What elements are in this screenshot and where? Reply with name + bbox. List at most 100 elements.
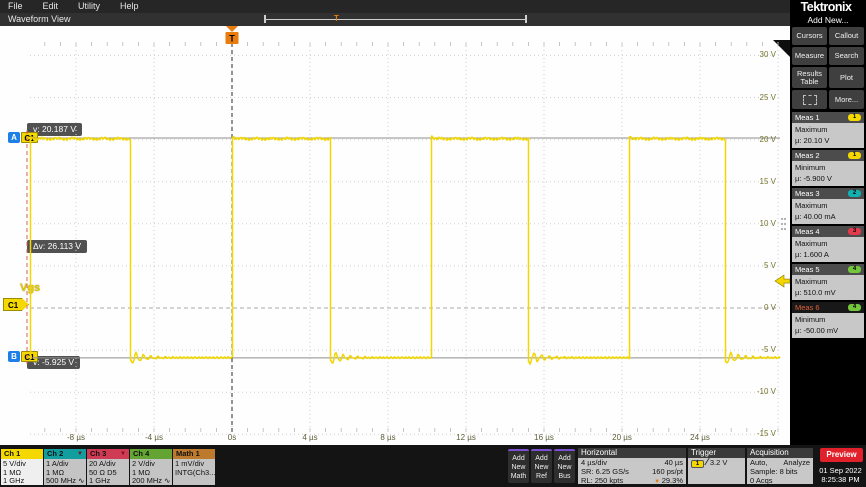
record-window-left-bracket[interactable]	[264, 15, 266, 23]
meas-header: Meas 64	[792, 302, 864, 313]
waveform-plot[interactable]: v: 20.187 V Δv: 26.113 V v: -5.925 V A C…	[0, 26, 790, 445]
sidebar-button-plot[interactable]: Plot	[829, 67, 864, 88]
date-value: 01 Sep 2022	[817, 466, 864, 475]
y-axis-label: 0 V	[742, 303, 776, 312]
meas-header: Meas 54	[792, 264, 864, 275]
oscilloscope-screen: FileEditUtilityHelp Tektronix Waveform V…	[0, 0, 866, 487]
sidebar-button-results-table[interactable]: Results Table	[792, 67, 827, 88]
meas-stat: Minimum	[795, 162, 861, 173]
trigger-source-badge: 1	[691, 460, 704, 468]
channel-setting-row: 200 MHz ∿	[132, 477, 170, 485]
meas-badge-5[interactable]: Meas 54Maximumµ: 510.0 mV	[792, 264, 864, 300]
sidebar-button-measure[interactable]: Measure	[792, 47, 827, 65]
offscreen-arrow-icon: ▼	[120, 449, 126, 459]
meas-values: Maximumµ: 20.10 V	[792, 123, 864, 148]
meas-badge-1[interactable]: Meas 1 1 Maximumµ: 20.10 V	[792, 112, 864, 148]
preview-button[interactable]: Preview	[820, 448, 863, 462]
record-trigger-marker[interactable]: T	[334, 13, 339, 25]
channel-badge-ch-4[interactable]: Ch 42 V/div1 MΩ200 MHz ∿	[130, 449, 172, 485]
trigger-level-value: 3.2 V	[710, 458, 728, 467]
menu-help[interactable]: Help	[120, 0, 139, 13]
meas-header: Meas 32	[792, 188, 864, 199]
horizontal-value: 160 ps/pt	[652, 467, 683, 476]
button-add-new-math[interactable]: AddNewMath	[508, 449, 529, 483]
x-axis-label: 24 µs	[680, 433, 720, 442]
menu-utility[interactable]: Utility	[78, 0, 100, 13]
button-add-new-ref[interactable]: AddNewRef	[531, 449, 552, 483]
measurement-list: Meas 11Maximumµ: 20.10 VMeas 21Minimumµ:…	[792, 112, 864, 340]
meas-stat: Maximum	[795, 276, 861, 287]
sidebar-button-more[interactable]: More...	[829, 90, 864, 109]
meas-name: Meas 5	[795, 265, 820, 274]
meas-name: Meas 1	[795, 113, 820, 122]
results-sidebar: Add New... CursorsCalloutMeasureSearchRe…	[790, 14, 866, 445]
x-axis-label: 0s	[212, 433, 252, 442]
trigger-title: Trigger	[688, 448, 745, 458]
meas-header: Meas 1 1	[792, 112, 864, 123]
channel-badge-math-1[interactable]: Math 11 mV/divINTG(Ch3...	[173, 449, 215, 485]
menu-edit[interactable]: Edit	[43, 0, 59, 13]
meas-mean-value: µ: -5.900 V	[795, 173, 861, 184]
meas-header: Meas 43	[792, 226, 864, 237]
meas-source-badge: 1	[848, 114, 861, 121]
record-window-bar[interactable]	[264, 19, 527, 20]
y-axis-label: 5 V	[742, 261, 776, 270]
channel-badge-ch-1[interactable]: Ch 15 V/div1 MΩ1 GHz	[1, 449, 43, 485]
menu-file[interactable]: File	[8, 0, 23, 13]
sidebar-button-cursors[interactable]: Cursors	[792, 27, 827, 45]
y-axis-label: 20 V	[742, 135, 776, 144]
channel-badge-ch-2[interactable]: Ch 2▼1 A/div1 MΩ500 MHz ∿	[44, 449, 86, 485]
channel-settings: 1 A/div1 MΩ500 MHz ∿	[44, 459, 86, 485]
channel-badge-header: Ch 2▼	[44, 449, 86, 459]
record-window-right-bracket[interactable]	[525, 15, 527, 23]
channel-setting-row: INTG(Ch3...	[175, 469, 213, 478]
meas-source-badge: 3	[848, 228, 861, 235]
sidebar-button-callout[interactable]: Callout	[829, 27, 864, 45]
trigger-badge[interactable]: Trigger 1 ∕ 3.2 V	[688, 448, 745, 484]
sidebar-button-search[interactable]: Search	[829, 47, 864, 65]
meas-values: Minimumµ: -5.900 V	[792, 161, 864, 186]
add-new-label: Add New...	[790, 14, 866, 26]
meas-header: Meas 2 1	[792, 150, 864, 161]
sidebar-button-display-settings[interactable]	[792, 90, 827, 109]
x-axis-label: 16 µs	[524, 433, 564, 442]
meas-mean-value: µ: 40.00 mA	[795, 211, 861, 222]
button-add-new-bus[interactable]: AddNewBus	[554, 449, 575, 483]
meas-values: Maximumµ: 1.600 A	[792, 237, 864, 262]
meas-stat: Maximum	[795, 238, 861, 249]
channel-label: Ch 3	[90, 449, 106, 459]
x-axis-label: 20 µs	[602, 433, 642, 442]
horizontal-value: 29.3%	[662, 476, 683, 485]
x-axis-label: -8 µs	[56, 433, 96, 442]
horizontal-badge[interactable]: Horizontal 4 µs/div40 µsSR: 6.25 GS/s160…	[578, 448, 686, 484]
meas-name: Meas 2	[795, 151, 820, 160]
channel-setting-row: 1 GHz	[3, 477, 41, 485]
channel-badge-header: Ch 3 ▼	[87, 449, 129, 459]
add-new-button-grid: CursorsCalloutMeasureSearchResults Table…	[792, 27, 866, 109]
meas-source-badge: 2	[848, 190, 861, 197]
channel-settings: 2 V/div1 MΩ200 MHz ∿	[130, 459, 172, 485]
graticule-svg: T	[0, 26, 790, 445]
x-axis-label: 4 µs	[290, 433, 330, 442]
meas-badge-6[interactable]: Meas 64Minimumµ: -50.00 mV	[792, 302, 864, 338]
channel-badge-ch-3[interactable]: Ch 3▼20 A/div50 Ω D51 GHz	[87, 449, 129, 485]
view-tab-bar: Waveform View T	[0, 13, 790, 26]
meas-values: Minimumµ: -50.00 mV	[792, 313, 864, 338]
meas-badge-4[interactable]: Meas 43Maximumµ: 1.600 A	[792, 226, 864, 262]
meas-stat: Maximum	[795, 200, 861, 211]
channel-badge-header: Ch 1	[1, 449, 43, 459]
acquisition-badge[interactable]: Acquisition Auto, Analyze Sample: 8 bits…	[747, 448, 813, 484]
channel-badge-header: Math 1	[173, 449, 215, 459]
tab-waveform-view[interactable]: Waveform View	[8, 13, 71, 26]
meas-badge-2[interactable]: Meas 2 1 Minimumµ: -5.900 V	[792, 150, 864, 186]
meas-stat: Minimum	[795, 314, 861, 325]
svg-text:T: T	[229, 34, 235, 44]
offscreen-arrow-icon: ▼	[77, 449, 83, 459]
meas-source-badge: 4	[848, 304, 861, 311]
horizontal-value-right: ▼ 29.3%	[654, 477, 683, 487]
menu-bar: File Edit Utility Help	[0, 0, 790, 13]
meas-source-badge: 1	[848, 152, 861, 159]
meas-badge-3[interactable]: Meas 32Maximumµ: 40.00 mA	[792, 188, 864, 224]
channel-setting-row: 500 MHz ∿	[46, 477, 84, 485]
channel-settings: 5 V/div1 MΩ1 GHz	[1, 459, 43, 485]
